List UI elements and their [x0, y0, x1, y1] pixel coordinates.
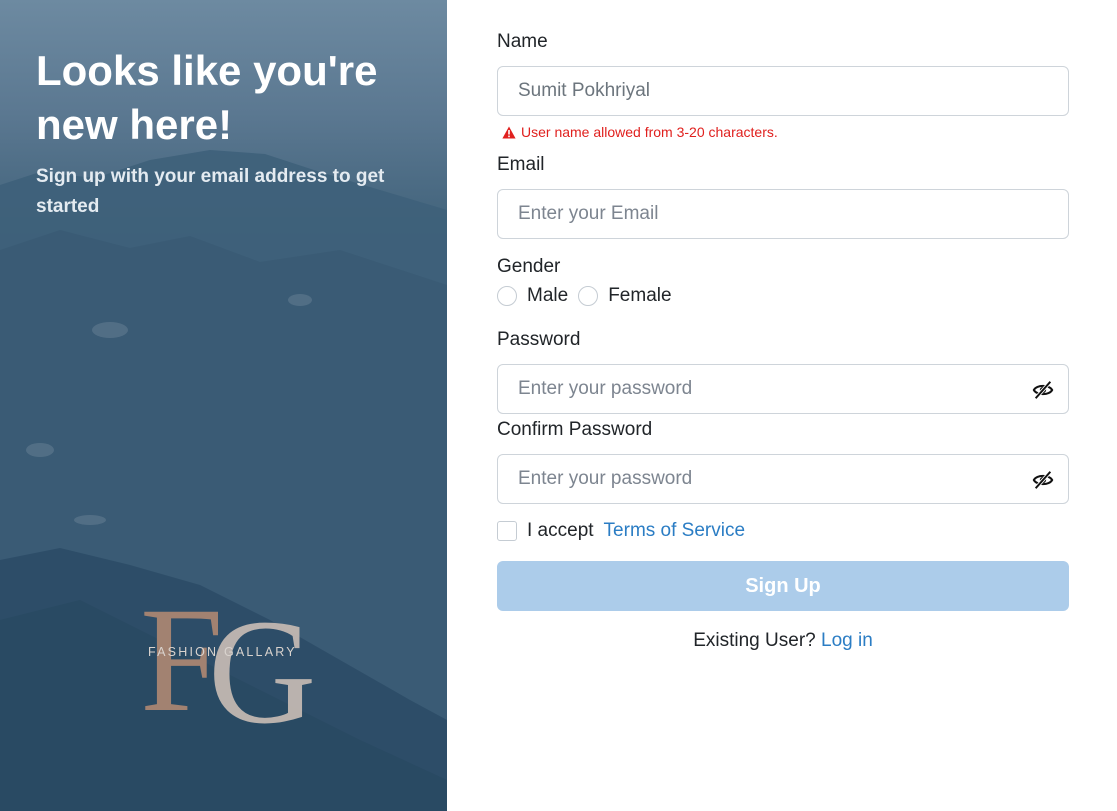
confirm-password-label: Confirm Password — [497, 419, 653, 440]
fashion-gallary-logo: F G FASHION GALLARY — [140, 588, 316, 728]
log-in-link[interactable]: Log in — [821, 630, 873, 651]
terms-checkbox[interactable] — [497, 521, 517, 541]
name-field[interactable] — [497, 66, 1069, 116]
hero-subtitle: Sign up with your email address to get s… — [36, 166, 385, 217]
password-label: Password — [497, 329, 581, 350]
password-input[interactable] — [498, 365, 1068, 413]
existing-user-row: Existing User? Log in — [497, 630, 1069, 652]
name-input[interactable] — [498, 67, 1068, 115]
sign-up-button[interactable]: Sign Up — [497, 561, 1069, 611]
warning-triangle-icon — [502, 126, 516, 138]
terms-row: I accept Terms of Service — [497, 520, 745, 542]
confirm-password-field[interactable] — [497, 454, 1069, 504]
logo-text: FASHION GALLARY — [148, 645, 297, 659]
email-input[interactable] — [498, 190, 1068, 238]
email-label: Email — [497, 154, 545, 175]
terms-text: I accept — [527, 520, 594, 541]
eye-slash-icon[interactable] — [1032, 469, 1054, 491]
terms-of-service-link[interactable]: Terms of Service — [604, 520, 745, 542]
gender-female-radio[interactable] — [578, 286, 599, 306]
email-field[interactable] — [497, 189, 1069, 239]
name-label: Name — [497, 31, 548, 52]
hero-panel: Looks like you're new here! Sign up with… — [0, 0, 447, 811]
name-error: User name allowed from 3-20 characters. — [502, 124, 778, 140]
gender-female-label[interactable]: Female — [608, 285, 671, 307]
gender-label: Gender — [497, 256, 561, 277]
gender-male-label[interactable]: Male — [527, 285, 568, 307]
gender-male-radio[interactable] — [497, 286, 517, 306]
eye-slash-icon[interactable] — [1032, 379, 1054, 401]
name-error-text: User name allowed from 3-20 characters. — [521, 124, 778, 140]
existing-user-text: Existing User? — [693, 630, 816, 651]
gender-options: Male Female — [497, 285, 682, 307]
hero-title: Looks like you're new here! — [36, 47, 378, 148]
password-field[interactable] — [497, 364, 1069, 414]
confirm-password-input[interactable] — [498, 455, 1068, 503]
